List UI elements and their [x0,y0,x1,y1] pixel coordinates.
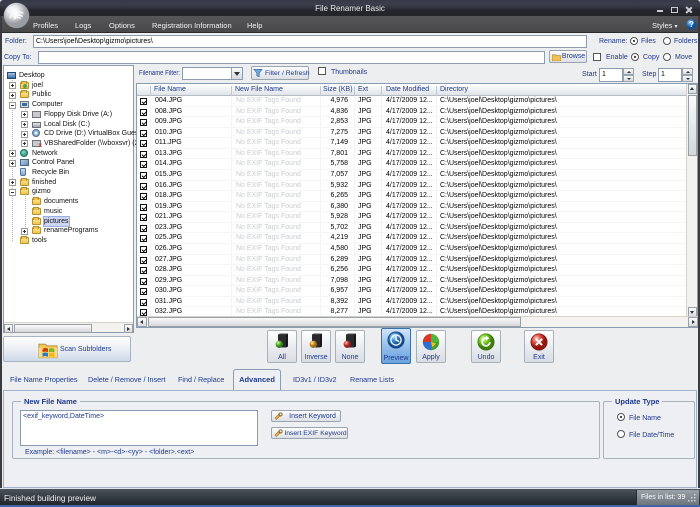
svg-text:?: ? [689,20,694,29]
